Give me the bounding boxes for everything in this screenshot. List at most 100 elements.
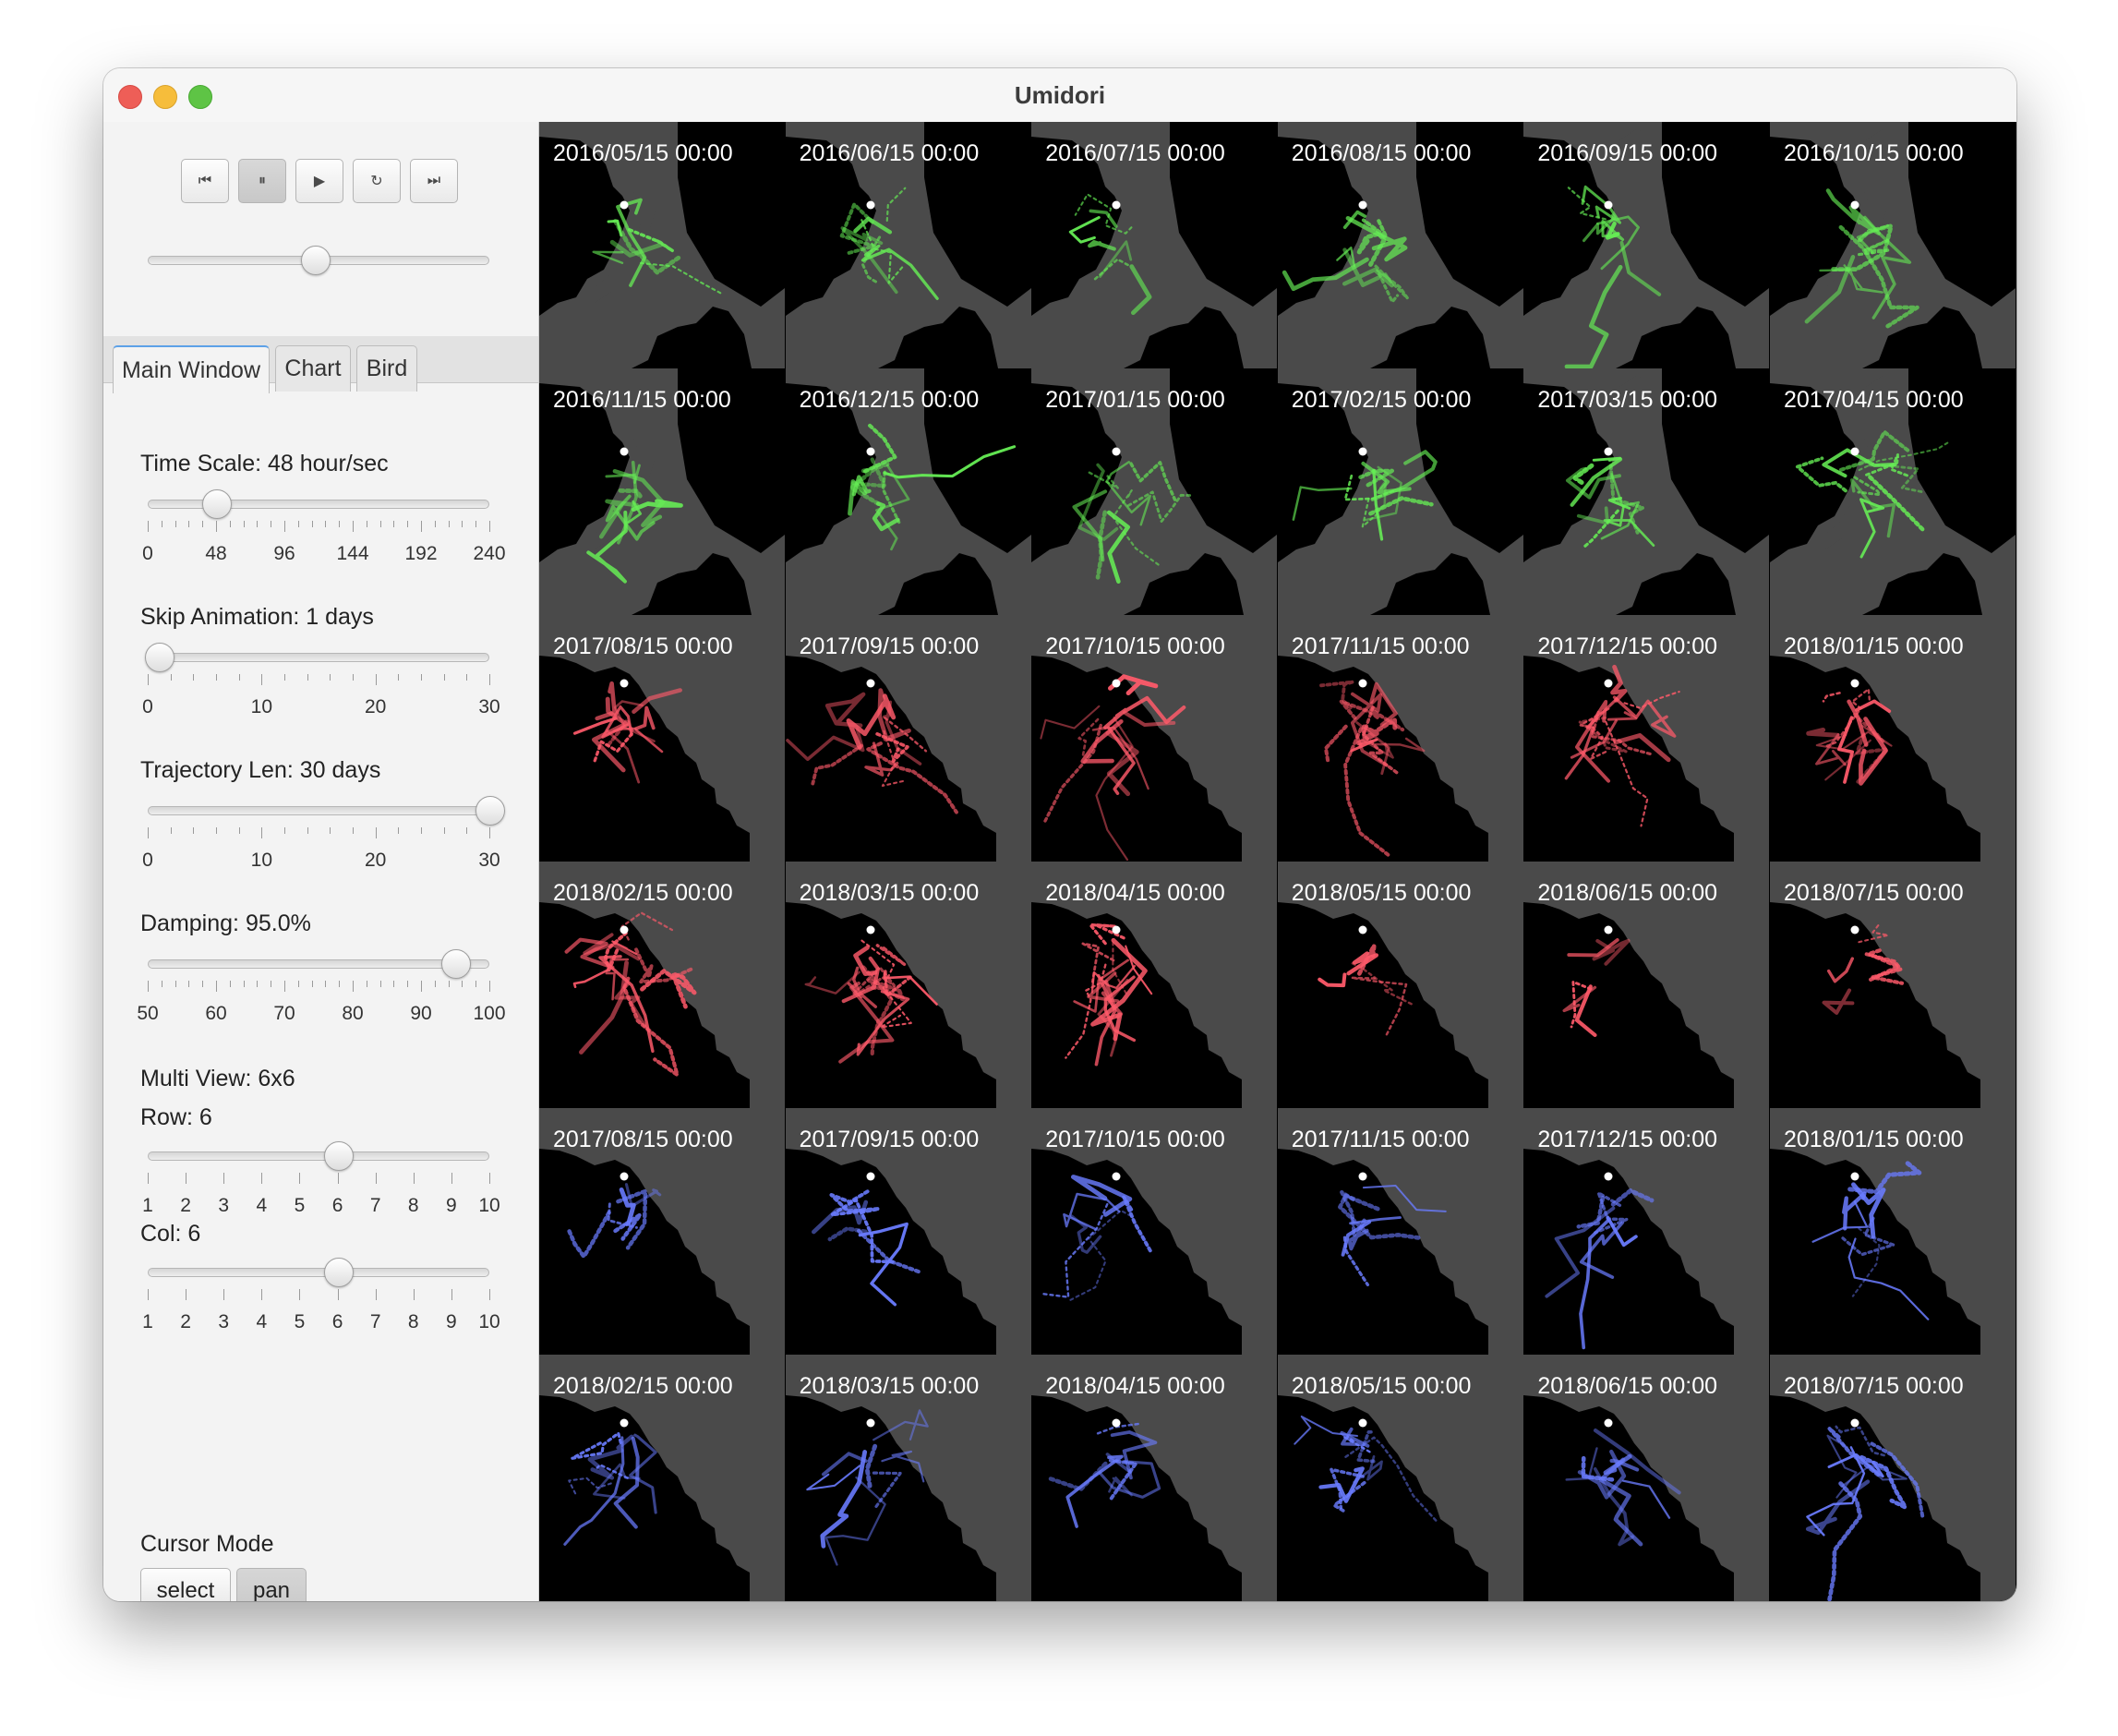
slider-tick: [337, 1173, 339, 1184]
bird-trajectory: [1822, 692, 1841, 703]
row-label: Row: 6: [140, 1104, 212, 1130]
map-panel[interactable]: 2016/05/15 00:00: [539, 122, 785, 368]
col-tick-labels: 1 2 3 4 5 6 7 8 9 10: [142, 1311, 500, 1335]
bird-trajectory: [824, 692, 865, 728]
map-panel[interactable]: 2017/08/15 00:00: [539, 1108, 785, 1355]
map-panel[interactable]: 2016/11/15 00:00: [539, 368, 785, 615]
slider-tick-label: 6: [331, 1311, 343, 1332]
panel-date-label: 2018/07/15 00:00: [1784, 880, 1964, 906]
map-panel[interactable]: 2018/04/15 00:00: [1031, 1355, 1278, 1601]
bird-trajectory: [1089, 922, 1128, 946]
sidebar: ⏮ ⏸ ▶ ↻ ⏭ Main Window Chart Bird Time Sc…: [103, 122, 539, 1601]
map-panel[interactable]: 2017/09/15 00:00: [785, 615, 1031, 862]
map-panel[interactable]: 2017/08/15 00:00: [539, 615, 785, 862]
map-panel[interactable]: 2016/06/15 00:00: [785, 122, 1031, 368]
map-panel[interactable]: 2017/11/15 00:00: [1277, 615, 1523, 862]
slider-tick: [148, 1289, 149, 1300]
panel-date-label: 2016/12/15 00:00: [799, 387, 980, 413]
map-panel[interactable]: 2017/03/15 00:00: [1523, 368, 1770, 615]
slider-thumb[interactable]: [441, 949, 471, 979]
trajectory-len-slider[interactable]: [148, 794, 505, 827]
slider-tick-label: 192: [404, 543, 438, 564]
tab-bird[interactable]: Bird: [356, 345, 417, 392]
skip-to-start-button[interactable]: ⏮: [181, 159, 229, 203]
playback-slider[interactable]: [148, 244, 489, 277]
tab-main-window[interactable]: Main Window: [113, 345, 270, 393]
skip-animation-slider[interactable]: [145, 641, 489, 674]
pause-button[interactable]: ⏸: [238, 159, 286, 203]
col-slider[interactable]: [148, 1256, 489, 1289]
map-panel[interactable]: 2017/04/15 00:00: [1770, 368, 2016, 615]
map-panel[interactable]: 2018/07/15 00:00: [1770, 1355, 2016, 1601]
map-panel[interactable]: 2016/07/15 00:00: [1031, 122, 1278, 368]
select-mode-button[interactable]: select: [140, 1568, 231, 1601]
multi-view-grid[interactable]: 2016/05/15 00:00 2016/06/15 00:00 2016/07/…: [539, 122, 2016, 1601]
slider-tick-label: 100: [473, 1003, 506, 1024]
slider-tick: [353, 981, 354, 992]
colony-marker: [620, 679, 629, 688]
slider-thumb[interactable]: [323, 1141, 354, 1171]
slider-tick-label: 2: [180, 1195, 191, 1216]
map-panel[interactable]: 2016/12/15 00:00: [785, 368, 1031, 615]
tab-chart[interactable]: Chart: [275, 345, 351, 392]
trajectory-len-label: Trajectory Len: 30 days: [140, 757, 381, 783]
slider-tick: [330, 827, 331, 834]
map-panel[interactable]: 2017/11/15 00:00: [1277, 1108, 1523, 1355]
map-panel[interactable]: 2016/09/15 00:00: [1523, 122, 1770, 368]
map-panel[interactable]: 2017/12/15 00:00: [1523, 1108, 1770, 1355]
time-scale-slider[interactable]: [148, 488, 489, 521]
cursor-mode-label: Cursor Mode: [140, 1531, 274, 1557]
map-panel[interactable]: 2018/02/15 00:00: [539, 862, 785, 1108]
repeat-button[interactable]: ↻: [353, 159, 401, 203]
slider-tick: [443, 827, 445, 834]
map-panel[interactable]: 2018/05/15 00:00: [1277, 862, 1523, 1108]
sea-of-japan: [539, 155, 609, 281]
damping-slider[interactable]: [148, 947, 489, 981]
map-panel[interactable]: 2017/01/15 00:00: [1031, 368, 1278, 615]
panel-date-label: 2017/09/15 00:00: [799, 633, 980, 659]
slider-tick: [202, 521, 204, 527]
bird-trajectory: [1562, 985, 1597, 1013]
map-panel[interactable]: 2018/02/15 00:00: [539, 1355, 785, 1601]
map-panel[interactable]: 2017/10/15 00:00: [1031, 615, 1278, 862]
slider-tick-label: 48: [205, 543, 227, 564]
map-panel[interactable]: 2017/12/15 00:00: [1523, 615, 1770, 862]
map-panel[interactable]: 2018/01/15 00:00: [1770, 1108, 2016, 1355]
map-panel[interactable]: 2017/02/15 00:00: [1277, 368, 1523, 615]
slider-thumb[interactable]: [475, 796, 505, 826]
map-panel[interactable]: 2018/03/15 00:00: [785, 862, 1031, 1108]
panel-date-label: 2018/05/15 00:00: [1291, 1373, 1472, 1399]
colony-marker: [1604, 1172, 1613, 1181]
slider-thumb[interactable]: [323, 1258, 354, 1287]
map-panel[interactable]: 2018/06/15 00:00: [1523, 862, 1770, 1108]
colony-marker: [1112, 679, 1121, 688]
slider-tick: [413, 1173, 415, 1184]
slider-tick: [148, 521, 149, 532]
slider-thumb[interactable]: [202, 489, 232, 519]
row-slider[interactable]: [148, 1139, 489, 1173]
map-panel[interactable]: 2018/01/15 00:00: [1770, 615, 2016, 862]
slider-tick: [223, 1289, 225, 1300]
map-panel[interactable]: 2016/10/15 00:00: [1770, 122, 2016, 368]
colony-marker: [1358, 200, 1367, 210]
skip-to-end-button[interactable]: ⏭: [410, 159, 458, 203]
map-panel[interactable]: 2018/03/15 00:00: [785, 1355, 1031, 1601]
bird-trajectory: [1826, 957, 1854, 983]
pan-mode-button[interactable]: pan: [236, 1568, 307, 1601]
slider-thumb[interactable]: [145, 643, 175, 672]
slider-tick-label: 80: [342, 1003, 364, 1024]
sea-of-japan: [1277, 402, 1348, 527]
bird-trajectory: [1318, 972, 1347, 988]
slider-tick: [261, 827, 263, 838]
map-panel[interactable]: 2018/07/15 00:00: [1770, 862, 2016, 1108]
map-panel[interactable]: 2018/05/15 00:00: [1277, 1355, 1523, 1601]
map-panel[interactable]: 2018/06/15 00:00: [1523, 1355, 1770, 1601]
slider-thumb[interactable]: [301, 246, 331, 275]
map-panel[interactable]: 2018/04/15 00:00: [1031, 862, 1278, 1108]
bird-trajectory: [1122, 1195, 1154, 1256]
play-button[interactable]: ▶: [295, 159, 343, 203]
map-panel[interactable]: 2017/10/15 00:00: [1031, 1108, 1278, 1355]
map-panel[interactable]: 2017/09/15 00:00: [785, 1108, 1031, 1355]
map-panel[interactable]: 2016/08/15 00:00: [1277, 122, 1523, 368]
panel-date-label: 2016/10/15 00:00: [1784, 140, 1964, 166]
